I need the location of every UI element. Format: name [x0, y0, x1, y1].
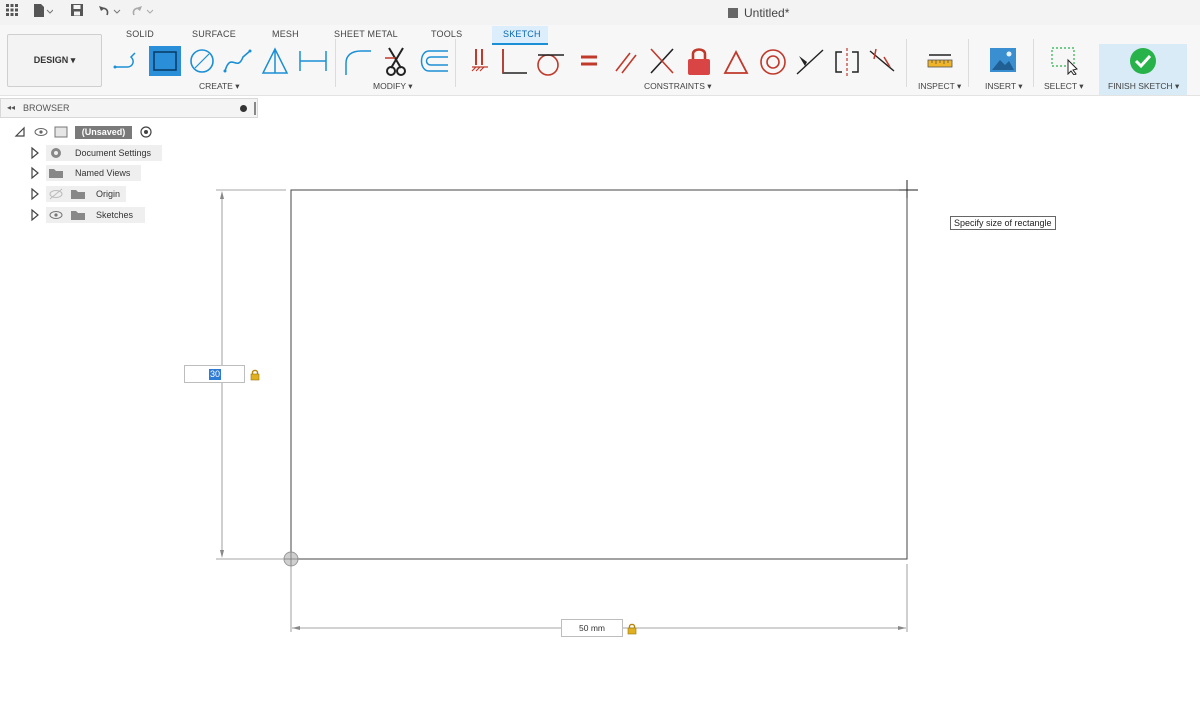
measure-icon[interactable] — [927, 53, 953, 74]
collapse-browser-icon[interactable]: ◂◂ — [7, 103, 15, 112]
eye-folder-icon — [31, 208, 85, 222]
folder-icon — [31, 166, 63, 180]
browser-minimize-icon[interactable] — [240, 105, 247, 112]
sketch-rectangle — [290, 189, 908, 560]
tab-mesh[interactable]: MESH — [272, 29, 299, 39]
concentric-icon[interactable] — [758, 47, 788, 82]
origin-point-icon — [283, 551, 299, 567]
horizontal-vertical-icon[interactable] — [722, 49, 750, 80]
create-menu[interactable]: CREATE ▾ — [199, 81, 239, 92]
file-icon[interactable] — [33, 4, 54, 22]
dimension-icon[interactable] — [297, 47, 329, 80]
collinear-icon[interactable] — [868, 47, 896, 80]
grid-icon[interactable] — [6, 4, 18, 20]
save-icon[interactable] — [71, 4, 84, 21]
tangent-icon[interactable] — [535, 49, 565, 84]
workspace-label: DESIGN ▾ — [33, 55, 76, 65]
offset-icon[interactable] — [415, 48, 449, 79]
equal-icon[interactable] — [579, 53, 599, 74]
inspect-menu[interactable]: INSPECT ▾ — [918, 81, 961, 92]
active-tab-indicator — [492, 43, 548, 45]
item-label: Named Views — [75, 168, 131, 178]
midpoint-icon[interactable] — [795, 48, 825, 81]
browser-pin-icon[interactable] — [254, 102, 256, 115]
root-document-label[interactable]: (Unsaved) — [75, 126, 132, 139]
width-dimension-input[interactable]: 50 mm — [561, 619, 623, 637]
ribbon-toolbar: SOLID SURFACE MESH SHEET METAL TOOLS SKE… — [0, 25, 1200, 96]
perpendicular-icon[interactable] — [648, 47, 676, 80]
browser-item-origin[interactable]: Origin — [0, 186, 260, 202]
group-divider — [906, 39, 907, 87]
redo-icon[interactable] — [131, 4, 157, 22]
browser-panel-header: ◂◂ BROWSER — [0, 98, 258, 118]
browser-item-sketches[interactable]: Sketches — [0, 207, 260, 223]
triangle-icon[interactable] — [260, 47, 290, 80]
select-window-icon[interactable] — [1051, 47, 1081, 80]
height-value-selected: 30 — [209, 369, 222, 380]
fillet-icon[interactable] — [343, 47, 373, 82]
tab-tools[interactable]: TOOLS — [431, 29, 462, 39]
select-menu[interactable]: SELECT ▾ — [1044, 81, 1084, 92]
group-divider — [455, 39, 456, 87]
item-label: Document Settings — [75, 148, 152, 158]
circle-icon[interactable] — [188, 47, 216, 80]
constraints-menu[interactable]: CONSTRAINTS ▾ — [644, 81, 712, 92]
workspace-switcher-button[interactable]: DESIGN ▾ — [7, 34, 102, 87]
checkmark-icon[interactable] — [1129, 47, 1157, 80]
group-divider — [1033, 39, 1034, 87]
insert-image-icon[interactable] — [990, 48, 1016, 77]
symmetry-icon[interactable] — [832, 47, 862, 82]
hidden-eye-folder-icon — [31, 187, 85, 201]
group-divider — [335, 39, 336, 87]
finish-sketch-menu[interactable]: FINISH SKETCH ▾ — [1108, 81, 1179, 92]
tab-sheet-metal[interactable]: SHEET METAL — [334, 29, 398, 39]
rectangle-corner-cursor — [899, 180, 918, 198]
spline-icon[interactable] — [223, 47, 253, 80]
item-label: Sketches — [96, 210, 134, 220]
fix-icon[interactable] — [468, 47, 492, 82]
browser-title: BROWSER — [23, 103, 70, 113]
tooltip: Specify size of rectangle — [950, 216, 1056, 230]
browser-item-document-settings[interactable]: Document Settings — [0, 145, 260, 161]
height-lock-icon[interactable] — [249, 368, 261, 386]
insert-menu[interactable]: INSERT ▾ — [985, 81, 1023, 92]
group-divider — [968, 39, 969, 87]
tab-surface[interactable]: SURFACE — [192, 29, 236, 39]
lock-icon[interactable] — [686, 45, 712, 82]
tab-solid[interactable]: SOLID — [126, 29, 154, 39]
line-icon[interactable] — [113, 47, 143, 78]
width-lock-icon[interactable] — [626, 622, 638, 640]
height-dimension-input[interactable]: 30 — [184, 365, 245, 383]
rectangle-icon[interactable] — [149, 46, 181, 81]
item-label: Origin — [96, 189, 121, 199]
quick-access-toolbar: Untitled* — [0, 0, 1200, 25]
browser-item-named-views[interactable]: Named Views — [0, 165, 260, 181]
coincident-icon[interactable] — [499, 47, 529, 82]
document-cube-icon — [728, 8, 738, 18]
undo-icon[interactable] — [98, 4, 124, 22]
trim-icon[interactable] — [383, 46, 411, 83]
parallel-icon[interactable] — [613, 49, 639, 80]
gear-icon — [31, 146, 61, 160]
tab-sketch[interactable]: SKETCH — [503, 29, 541, 39]
document-title: Untitled* — [728, 6, 789, 20]
document-title-text: Untitled* — [744, 6, 790, 20]
modify-menu[interactable]: MODIFY ▾ — [373, 81, 413, 92]
